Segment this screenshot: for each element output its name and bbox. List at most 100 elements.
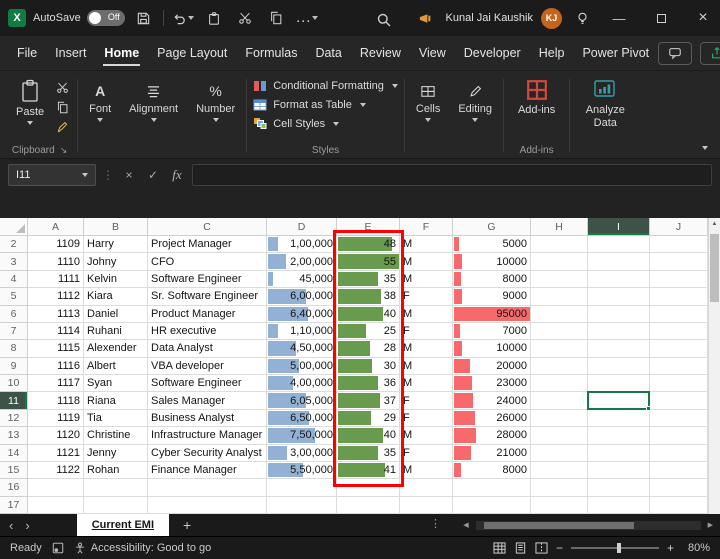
cell-F8[interactable]: M: [400, 340, 453, 358]
cell-I15[interactable]: [588, 461, 650, 480]
cell-E5[interactable]: 38: [337, 288, 400, 306]
row-header-13[interactable]: 13: [0, 427, 28, 445]
cell-G10[interactable]: 23000: [453, 375, 531, 393]
cell-H6[interactable]: [531, 305, 588, 323]
cell-I13[interactable]: [588, 427, 650, 445]
format-as-table-button[interactable]: Format as Table: [253, 98, 398, 112]
cell-G17[interactable]: [453, 496, 531, 514]
cell-D3[interactable]: 2,00,000: [267, 253, 337, 271]
fill-handle[interactable]: [646, 405, 651, 411]
cell-E11[interactable]: 37: [337, 392, 400, 410]
cell-H15[interactable]: [531, 461, 588, 480]
sheet-tab-current-emi[interactable]: Current EMI: [76, 514, 170, 536]
cell-G15[interactable]: 8000: [453, 461, 531, 480]
cell-H8[interactable]: [531, 340, 588, 358]
cell-B12[interactable]: Tia: [84, 409, 148, 428]
row-header-2[interactable]: 2: [0, 236, 28, 254]
cell-E14[interactable]: 35: [337, 444, 400, 462]
cell-G6[interactable]: 95000: [453, 305, 531, 323]
cell-D7[interactable]: 1,10,000: [267, 322, 337, 341]
cut-quick-button[interactable]: [233, 5, 257, 31]
cell-H17[interactable]: [531, 496, 588, 514]
cell-C4[interactable]: Software Engineer: [148, 270, 267, 289]
autosave-toggle[interactable]: Off: [86, 10, 125, 26]
cell-H4[interactable]: [531, 270, 588, 289]
comments-button[interactable]: [658, 41, 693, 65]
column-header-B[interactable]: B: [84, 218, 148, 236]
editing-group-button[interactable]: Editing: [449, 74, 501, 158]
cell-C16[interactable]: [148, 479, 267, 497]
cell-I10[interactable]: [588, 375, 650, 393]
menu-tab-page-layout[interactable]: Page Layout: [148, 36, 236, 70]
format-painter-button[interactable]: [56, 121, 69, 134]
cell-D4[interactable]: 45,000: [267, 270, 337, 289]
column-header-H[interactable]: H: [531, 218, 588, 236]
cell-I14[interactable]: [588, 444, 650, 462]
cell-C6[interactable]: Product Manager: [148, 305, 267, 323]
cell-J11[interactable]: [650, 392, 708, 410]
cell-H7[interactable]: [531, 322, 588, 341]
add-ins-button[interactable]: Add-ins: [510, 74, 563, 116]
cell-F10[interactable]: M: [400, 375, 453, 393]
cell-G11[interactable]: 24000: [453, 392, 531, 410]
vertical-scrollbar[interactable]: ▲: [708, 218, 720, 514]
cell-C5[interactable]: Sr. Software Engineer: [148, 288, 267, 306]
cell-B8[interactable]: Alexender: [84, 340, 148, 358]
cell-A8[interactable]: 1115: [28, 340, 84, 358]
avatar[interactable]: KJ: [541, 7, 562, 29]
cell-I6[interactable]: [588, 305, 650, 323]
cell-styles-button[interactable]: Cell Styles: [253, 117, 398, 131]
cell-D17[interactable]: [267, 496, 337, 514]
cell-A14[interactable]: 1121: [28, 444, 84, 462]
number-group-button[interactable]: % Number: [187, 74, 244, 158]
cell-C17[interactable]: [148, 496, 267, 514]
column-header-A[interactable]: A: [28, 218, 84, 236]
menu-tab-file[interactable]: File: [8, 36, 46, 70]
cell-I8[interactable]: [588, 340, 650, 358]
cell-F2[interactable]: M: [400, 236, 453, 254]
scroll-up-icon[interactable]: ▲: [709, 218, 720, 227]
search-button[interactable]: [372, 7, 396, 33]
cell-A17[interactable]: [28, 496, 84, 514]
tips-button[interactable]: [570, 5, 594, 31]
cell-A13[interactable]: 1120: [28, 427, 84, 445]
cell-J15[interactable]: [650, 461, 708, 480]
cell-F15[interactable]: M: [400, 461, 453, 480]
cell-J17[interactable]: [650, 496, 708, 514]
cell-A15[interactable]: 1122: [28, 461, 84, 480]
cell-B16[interactable]: [84, 479, 148, 497]
cell-E13[interactable]: 40: [337, 427, 400, 445]
account-button[interactable]: Kunal Jai Kaushik: [446, 12, 533, 24]
more-commands-button[interactable]: …: [295, 5, 319, 31]
zoom-in-button[interactable]: +: [667, 541, 674, 555]
cell-J14[interactable]: [650, 444, 708, 462]
font-group-button[interactable]: A Font: [80, 74, 120, 158]
cell-F5[interactable]: F: [400, 288, 453, 306]
new-sheet-button[interactable]: +: [169, 517, 205, 533]
row-header-5[interactable]: 5: [0, 288, 28, 306]
cell-G12[interactable]: 26000: [453, 409, 531, 428]
cell-A6[interactable]: 1113: [28, 305, 84, 323]
cell-C8[interactable]: Data Analyst: [148, 340, 267, 358]
cell-E2[interactable]: 48: [337, 236, 400, 254]
copy-quick-button[interactable]: [264, 5, 288, 31]
cell-J7[interactable]: [650, 322, 708, 341]
row-header-10[interactable]: 10: [0, 375, 28, 393]
cell-D5[interactable]: 6,00,000: [267, 288, 337, 306]
row-header-7[interactable]: 7: [0, 322, 28, 341]
vertical-scroll-thumb[interactable]: [710, 234, 719, 302]
cell-B17[interactable]: [84, 496, 148, 514]
cell-G7[interactable]: 7000: [453, 322, 531, 341]
row-header-9[interactable]: 9: [0, 357, 28, 375]
row-header-14[interactable]: 14: [0, 444, 28, 462]
cell-E3[interactable]: 55: [337, 253, 400, 271]
cell-C9[interactable]: VBA developer: [148, 357, 267, 375]
cell-B15[interactable]: Rohan: [84, 461, 148, 480]
cell-I7[interactable]: [588, 322, 650, 341]
menu-tab-insert[interactable]: Insert: [46, 36, 95, 70]
horizontal-scrollbar[interactable]: ◀ ▶: [460, 514, 716, 536]
column-header-G[interactable]: G: [453, 218, 531, 236]
analyze-data-button[interactable]: Analyze Data: [572, 74, 638, 158]
conditional-formatting-button[interactable]: Conditional Formatting: [253, 79, 398, 93]
cell-C13[interactable]: Infrastructure Manager: [148, 427, 267, 445]
